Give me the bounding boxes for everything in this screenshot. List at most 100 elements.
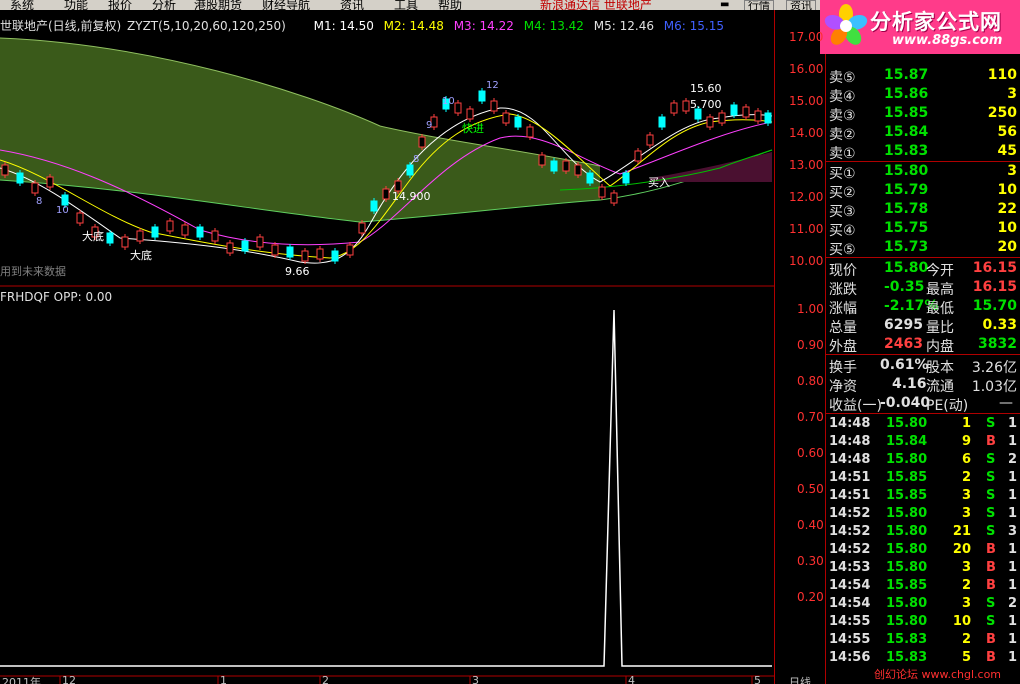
stat-value: -0.35 xyxy=(884,279,925,295)
tick-side: S xyxy=(986,416,996,431)
ask-label: 卖② xyxy=(829,127,856,143)
candle-body xyxy=(502,112,510,124)
ask-label: 卖④ xyxy=(829,89,856,105)
candle-body xyxy=(166,220,174,232)
opp-signal-line xyxy=(0,309,772,667)
tab-info[interactable]: 资讯 xyxy=(786,0,816,10)
period-label[interactable]: 日线 xyxy=(789,674,811,684)
bid-label: 买④ xyxy=(829,223,856,239)
tick-price: 15.83 xyxy=(886,632,928,647)
tick-count: 2 xyxy=(1007,452,1017,467)
tick-row: 14:53 15.80 3 B 1 xyxy=(826,559,1020,577)
logo-url[interactable]: www.88gs.com xyxy=(892,33,1002,48)
chart-panel[interactable]: 世联地产(日线,前复权) ZYZT(5,10,20,60,120,250) M1… xyxy=(0,10,775,684)
axis-label: 13.00 xyxy=(789,158,824,172)
ma-m6-value: M6: 15.15 xyxy=(663,19,724,33)
candle-body xyxy=(370,200,378,212)
annotation-buy: 买入 xyxy=(648,176,670,189)
tick-count: 1 xyxy=(1007,416,1017,431)
sub-axis-label: 0.90 xyxy=(797,338,824,352)
annotation-low: 9.66 xyxy=(285,265,310,278)
tick-side: B xyxy=(986,578,996,593)
ask-vol: 250 xyxy=(987,105,1017,121)
candle-body xyxy=(241,240,249,252)
candle-body xyxy=(196,226,204,238)
tick-vol: 1 xyxy=(961,416,971,431)
candle-body xyxy=(181,224,189,236)
fund-label: PE(动) xyxy=(926,398,969,414)
tick-price: 15.80 xyxy=(886,506,928,521)
tick-row: 14:54 15.80 3 S 2 xyxy=(826,595,1020,613)
tick-side: S xyxy=(986,614,996,629)
tick-side: B xyxy=(986,434,996,449)
menu-analysis[interactable]: 分析 xyxy=(152,0,176,10)
tick-time: 14:48 xyxy=(829,434,871,449)
candle-body xyxy=(46,176,54,188)
tick-price: 15.80 xyxy=(886,596,928,611)
bid-price: 15.80 xyxy=(884,163,929,179)
tick-row: 14:48 15.80 1 S 1 xyxy=(826,415,1020,433)
tick-count: 1 xyxy=(1007,488,1017,503)
tab-quote[interactable]: 行情 xyxy=(744,0,774,10)
bid-row: 买③ 15.78 22 xyxy=(826,200,1020,220)
menu-function[interactable]: 功能 xyxy=(64,0,88,10)
tick-count: 1 xyxy=(1007,578,1017,593)
sub-axis-label: 0.60 xyxy=(797,446,824,460)
tick-price: 15.80 xyxy=(886,542,928,557)
wave-label: 8 xyxy=(413,154,420,165)
wave-label: 12 xyxy=(486,80,499,91)
tick-time: 14:55 xyxy=(829,632,871,647)
tick-vol: 3 xyxy=(961,506,971,521)
footer-link[interactable]: 创幻论坛 www.chgl.com xyxy=(874,666,1002,682)
tick-vol: 6 xyxy=(961,452,971,467)
date-ticks xyxy=(59,676,753,684)
menu-quote[interactable]: 报价 xyxy=(108,0,132,10)
axis-label: 10.00 xyxy=(789,254,824,268)
menu-system[interactable]: 系统 xyxy=(10,0,34,10)
fund-value: 1.03亿 xyxy=(971,379,1017,395)
fund-label: 收益(一) xyxy=(829,398,882,414)
tick-count: 1 xyxy=(1007,434,1017,449)
bid-price: 15.73 xyxy=(884,239,929,255)
tick-vol: 9 xyxy=(961,434,971,449)
candle-body xyxy=(331,250,339,262)
ask-vol: 110 xyxy=(987,67,1017,83)
menu-help[interactable]: 帮助 xyxy=(438,0,462,10)
minimize-icon[interactable]: ▬ xyxy=(720,0,730,10)
kline-chart[interactable] xyxy=(0,10,775,684)
tick-row: 14:51 15.85 2 S 1 xyxy=(826,469,1020,487)
ask-price: 15.85 xyxy=(884,105,929,121)
bid-vol: 22 xyxy=(997,201,1017,217)
tick-time: 14:51 xyxy=(829,488,871,503)
tick-row: 14:52 15.80 3 S 1 xyxy=(826,505,1020,523)
candle-body xyxy=(526,126,534,138)
ma-m2-value: M2: 14.48 xyxy=(383,19,444,33)
candle-body xyxy=(358,222,366,234)
sub-axis-label: 0.50 xyxy=(797,482,824,496)
tick-vol: 2 xyxy=(961,578,971,593)
menu-finance-nav[interactable]: 财经导航 xyxy=(262,0,310,10)
fund-value: 0.61% xyxy=(880,357,929,373)
tick-side: B xyxy=(986,542,996,557)
stat-value: 15.80 xyxy=(884,260,929,276)
candle-body xyxy=(256,236,264,248)
ask-vol: 3 xyxy=(1007,86,1017,102)
fund-row: 净资 4.16 流通 1.03亿 xyxy=(826,375,1020,395)
fund-label: 净资 xyxy=(829,379,857,395)
fund-value: — xyxy=(999,395,1013,411)
ask-price: 15.83 xyxy=(884,143,929,159)
candle-body xyxy=(574,164,582,176)
menu-tools[interactable]: 工具 xyxy=(394,0,418,10)
ask-row: 卖② 15.84 56 xyxy=(826,123,1020,143)
candle-body xyxy=(706,116,714,128)
menu-news[interactable]: 资讯 xyxy=(340,0,364,10)
sub-chart-header: FRHDQF OPP: 0.00 xyxy=(0,290,113,304)
tick-time: 14:52 xyxy=(829,524,871,539)
stat-row: 外盘 2463 内盘 3832 xyxy=(826,335,1020,355)
stat-label: 量比 xyxy=(926,320,954,336)
stat-label: 最低 xyxy=(926,301,954,317)
fund-label: 换手 xyxy=(829,360,857,376)
menu-hk-futures[interactable]: 港股期货 xyxy=(194,0,242,10)
menu-bar: 系统 功能 报价 分析 港股期货 财经导航 资讯 工具 帮助 新浪通达信 世联地… xyxy=(0,0,820,10)
stat-value: 16.15 xyxy=(972,260,1017,276)
